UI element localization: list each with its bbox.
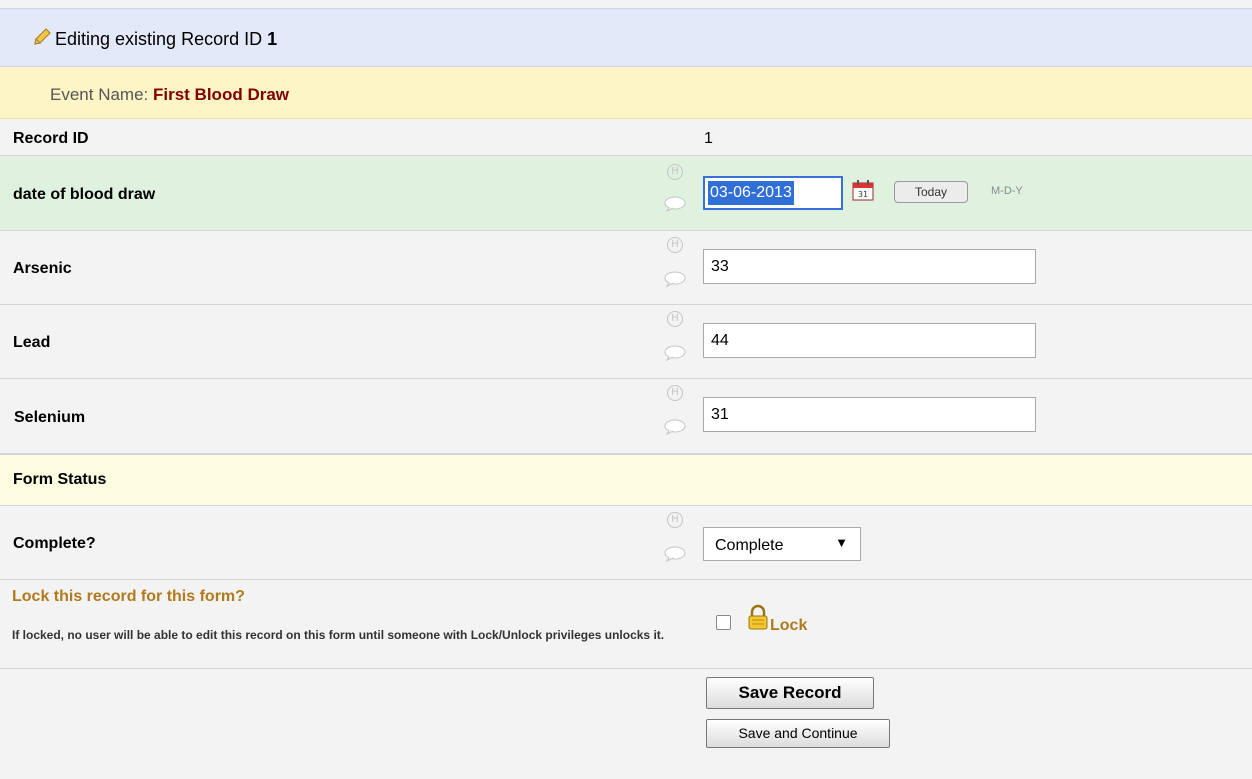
calendar-icon[interactable]: 31 [852,179,874,201]
save-record-button[interactable]: Save Record [706,677,874,709]
date-format-hint: M-D-Y [991,185,1023,197]
selenium-label: Selenium [14,409,86,426]
comment-icon[interactable] [664,271,686,287]
form-header: Editing existing Record ID 1 [0,8,1252,67]
record-id-row: Record ID 1 [0,119,1252,156]
lock-note: If locked, no user will be able to edit … [12,628,665,642]
lead-label: Lead [13,334,51,351]
record-id-value: 1 [704,130,713,147]
comment-icon[interactable] [664,546,686,562]
selenium-input[interactable]: 31 [703,397,1036,432]
blood-draw-row: date of blood draw H 03-06-2013 31 Today… [0,156,1252,231]
arsenic-row: Arsenic H 33 [0,231,1252,305]
selenium-row: Selenium H 31 [0,379,1252,454]
form-status-header: Form Status [0,454,1252,506]
pencil-icon [34,28,51,45]
event-label: Event Name: [50,85,149,104]
title-prefix: Editing existing Record ID [55,29,263,49]
padlock-icon [748,604,768,630]
history-icon[interactable]: H [667,164,683,180]
blood-draw-date-input[interactable]: 03-06-2013 [703,176,843,210]
history-icon[interactable]: H [667,237,683,253]
title-record-id: 1 [267,29,278,49]
event-name: Event Name: First Blood Draw [50,85,289,105]
dropdown-arrow-icon: ▼ [835,535,848,550]
lock-checkbox[interactable] [716,615,731,630]
form-status-heading: Form Status [13,471,107,488]
lead-row: Lead H 44 [0,305,1252,379]
blood-draw-label: date of blood draw [13,186,156,203]
event-banner: Event Name: First Blood Draw [0,67,1252,119]
record-id-label: Record ID [13,130,89,147]
date-selected-text: 03-06-2013 [708,181,794,205]
arsenic-label: Arsenic [13,260,72,277]
page-title: Editing existing Record ID 1 [55,29,277,50]
lock-label[interactable]: Lock [770,617,807,635]
history-icon[interactable]: H [667,311,683,327]
lock-title: Lock this record for this form? [12,588,245,605]
lead-input[interactable]: 44 [703,323,1036,358]
save-and-continue-button[interactable]: Save and Continue [706,719,890,748]
complete-label: Complete? [13,535,96,552]
complete-row: Complete? H Complete ▼ [0,506,1252,580]
comment-icon[interactable] [664,196,686,212]
comment-icon[interactable] [664,345,686,361]
complete-select[interactable]: Complete ▼ [703,527,861,561]
complete-selected-value: Complete [715,537,784,554]
svg-text:31: 31 [858,190,868,199]
history-icon[interactable]: H [667,512,683,528]
data-entry-form: Editing existing Record ID 1 Event Name:… [0,0,1252,779]
today-button[interactable]: Today [894,181,968,203]
lock-row: Lock this record for this form? If locke… [0,580,1252,669]
comment-icon[interactable] [664,419,686,435]
event-value: First Blood Draw [153,85,290,104]
history-icon[interactable]: H [667,385,683,401]
arsenic-input[interactable]: 33 [703,249,1036,284]
